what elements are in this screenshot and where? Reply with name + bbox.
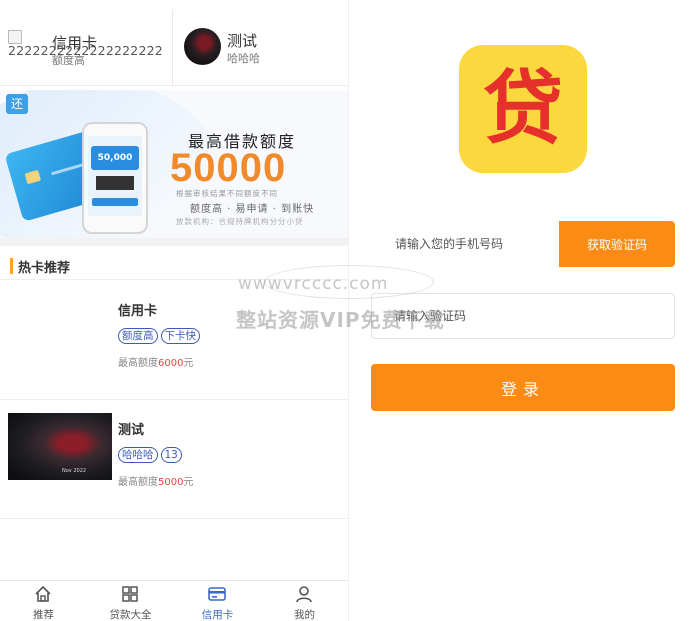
list-item[interactable]: 信用卡 额度高 下卡快 最高额度6000元 bbox=[0, 282, 348, 400]
verification-code-input[interactable] bbox=[371, 293, 675, 339]
broken-image-icon bbox=[8, 30, 22, 44]
credit-card-icon bbox=[208, 587, 226, 601]
app-logo: 贷 bbox=[459, 45, 587, 173]
top-card-test[interactable]: 测试 哈哈哈 bbox=[174, 10, 348, 86]
grid-icon bbox=[122, 586, 138, 602]
item-tag: 哈哈哈 bbox=[118, 447, 158, 463]
item-limit: 最高额度6000元 bbox=[118, 354, 193, 369]
item-tags: 哈哈哈 13 bbox=[118, 447, 182, 463]
tab-label: 贷款大全 bbox=[109, 609, 152, 621]
limit-amount: 5000 bbox=[158, 477, 184, 488]
phone-card-image bbox=[96, 176, 134, 190]
limit-amount: 6000 bbox=[158, 358, 184, 369]
limit-label: 最高额度 bbox=[118, 477, 158, 488]
item-tags: 额度高 下卡快 bbox=[118, 328, 200, 344]
section-title: 热卡推荐 bbox=[18, 261, 71, 276]
repay-badge: 还 bbox=[6, 94, 28, 114]
list-item[interactable]: Nov 2022 测试 哈哈哈 13 最高额度5000元 bbox=[0, 401, 348, 519]
banner-tagline: 额度高 · 易申请 · 到账快 bbox=[190, 204, 315, 215]
left-screen: 2222222222222222222 信用卡 额度高 测试 哈哈哈 还 50,… bbox=[0, 0, 348, 621]
thumbnail-caption: Nov 2022 bbox=[62, 468, 87, 474]
item-thumbnail: Nov 2022 bbox=[8, 413, 112, 480]
item-title: 测试 bbox=[118, 423, 145, 438]
top-card-title: 测试 bbox=[227, 32, 258, 50]
tab-recommend[interactable]: 推荐 bbox=[0, 581, 87, 621]
get-code-button[interactable]: 获取验证码 bbox=[559, 221, 675, 267]
section-accent-bar bbox=[10, 258, 13, 274]
section-gap bbox=[0, 238, 348, 246]
tab-label: 推荐 bbox=[33, 609, 54, 621]
section-header: 热卡推荐 bbox=[0, 252, 348, 280]
top-card-subtitle: 额度高 bbox=[52, 54, 85, 67]
item-tag: 额度高 bbox=[118, 328, 158, 344]
top-card-credit[interactable]: 2222222222222222222 信用卡 额度高 bbox=[0, 10, 173, 86]
phone-number-input[interactable] bbox=[371, 221, 559, 267]
phone-illustration: 50,000 bbox=[82, 122, 148, 234]
top-card-subtitle: 哈哈哈 bbox=[227, 52, 260, 65]
top-cards: 2222222222222222222 信用卡 额度高 测试 哈哈哈 bbox=[0, 10, 348, 86]
tab-loans[interactable]: 贷款大全 bbox=[87, 581, 174, 621]
item-title: 信用卡 bbox=[118, 304, 158, 319]
tab-label: 我的 bbox=[294, 609, 315, 621]
user-icon bbox=[296, 586, 312, 603]
bottom-tab-bar: 推荐 贷款大全 信用卡 我的 bbox=[0, 580, 348, 621]
top-card-title: 信用卡 bbox=[52, 34, 98, 52]
phone-button bbox=[92, 198, 138, 206]
avatar bbox=[184, 28, 221, 65]
banner-footnote: 放款机构：合规持牌机构分分小贷 bbox=[176, 217, 304, 226]
logo-glyph: 贷 bbox=[483, 62, 563, 155]
login-screen: 贷 获取验证码 登录 bbox=[349, 0, 697, 621]
banner-note: 根据审核结果不同额度不同 bbox=[176, 189, 278, 198]
limit-unit: 元 bbox=[183, 477, 194, 488]
phone-screen: 50,000 bbox=[88, 136, 142, 216]
login-button[interactable]: 登录 bbox=[371, 364, 675, 411]
item-tag: 13 bbox=[160, 447, 182, 463]
promo-banner[interactable]: 还 50,000 最高借款额度 50000 根据审核结果不同额度不同 额度高 ·… bbox=[0, 90, 348, 238]
card-chip bbox=[24, 169, 42, 185]
limit-label: 最高额度 bbox=[118, 358, 158, 369]
tab-label: 信用卡 bbox=[201, 609, 234, 621]
limit-unit: 元 bbox=[183, 358, 194, 369]
home-icon bbox=[35, 585, 51, 602]
item-tag: 下卡快 bbox=[160, 328, 200, 344]
phone-amount: 50,000 bbox=[91, 146, 139, 170]
banner-amount: 50000 bbox=[170, 146, 287, 190]
item-limit: 最高额度5000元 bbox=[118, 473, 193, 488]
tab-credit-card[interactable]: 信用卡 bbox=[174, 581, 261, 621]
phone-row: 获取验证码 bbox=[371, 221, 675, 267]
tab-mine[interactable]: 我的 bbox=[261, 581, 348, 621]
